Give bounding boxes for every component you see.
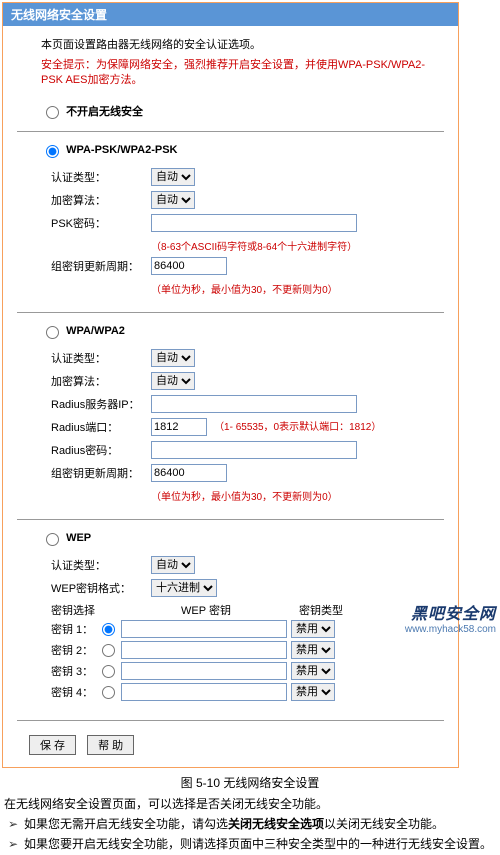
warning-text: 安全提示：为保障网络安全，强烈推荐开启安全设置，并使用WPA-PSK/WPA2-…	[17, 58, 444, 89]
wep-col-type: 密钥类型	[291, 602, 351, 618]
wpa-radiuspw-label: Radius密码：	[51, 442, 151, 458]
wpapsk-enc-select[interactable]: 自动	[151, 191, 195, 209]
wep-row-1: 密钥 1： 禁用	[51, 620, 444, 639]
wep-row-2: 密钥 2： 禁用	[51, 641, 444, 660]
wep-key2-type[interactable]: 禁用	[291, 641, 335, 659]
wpapsk-auth-label: 认证类型：	[51, 169, 151, 185]
wep-fmt-label: WEP密钥格式：	[51, 580, 151, 596]
wep-header: 密钥选择 WEP 密钥 密钥类型	[51, 602, 444, 618]
wpa-auth-label: 认证类型：	[51, 350, 151, 366]
bullet-1b: 关闭无线安全选项	[228, 817, 324, 831]
wpapsk-enc-label: 加密算法：	[51, 192, 151, 208]
wep-key4-radio[interactable]	[102, 686, 115, 699]
wpa-psk-fields: 认证类型： 自动 加密算法： 自动 PSK密码： （8-63个ASCII码字符或…	[17, 162, 444, 304]
radio-wpa-psk[interactable]	[46, 145, 59, 158]
wpa-radiusip-label: Radius服务器IP：	[51, 396, 151, 412]
settings-panel: 无线网络安全设置 本页面设置路由器无线网络的安全认证选项。 安全提示：为保障网络…	[2, 2, 459, 768]
bullet-1a: 如果您无需开启无线安全功能，请勾选	[24, 817, 228, 831]
wpapsk-gk-label: 组密钥更新周期：	[51, 258, 151, 274]
panel-body: 本页面设置路由器无线网络的安全认证选项。 安全提示：为保障网络安全，强烈推荐开启…	[3, 26, 458, 767]
wep-key2-label: 密钥 2：	[51, 642, 97, 658]
separator	[17, 720, 444, 721]
bullet-2: 如果您要开启无线安全功能，则请选择页面中三种安全类型中的一种进行无线安全设置。	[24, 835, 496, 853]
radio-wep-label: WEP	[66, 532, 91, 544]
wep-key3-input[interactable]	[121, 662, 287, 680]
wpa-gk-input[interactable]	[151, 464, 227, 482]
radio-wpa[interactable]	[46, 326, 59, 339]
wep-key4-type[interactable]: 禁用	[291, 683, 335, 701]
bullet-1: 如果您无需开启无线安全功能，请勾选关闭无线安全选项以关闭无线安全功能。	[24, 815, 496, 833]
wep-key4-label: 密钥 4：	[51, 684, 97, 700]
button-bar: 保 存 帮 助	[17, 729, 444, 759]
wep-key1-input[interactable]	[121, 620, 287, 638]
radio-disable[interactable]	[46, 106, 59, 119]
wep-key2-input[interactable]	[121, 641, 287, 659]
separator	[17, 519, 444, 520]
wpa-fields: 认证类型： 自动 加密算法： 自动 Radius服务器IP： Radius端口：…	[17, 343, 444, 511]
wpapsk-auth-select[interactable]: 自动	[151, 168, 195, 186]
separator	[17, 312, 444, 313]
radio-disable-label: 不开启无线安全	[66, 106, 143, 118]
paragraph-intro: 在无线网络安全设置页面，可以选择是否关闭无线安全功能。	[4, 795, 496, 813]
wep-col-select: 密钥选择	[51, 602, 121, 618]
radio-wpa-label: WPA/WPA2	[66, 325, 125, 337]
option-wep[interactable]: WEP	[17, 528, 444, 550]
wpa-radiusport-label: Radius端口：	[51, 419, 151, 435]
wpa-radiuspw-input[interactable]	[151, 441, 357, 459]
option-wpa-psk[interactable]: WPA-PSK/WPA2-PSK	[17, 140, 444, 162]
wpa-radiusport-input[interactable]	[151, 418, 207, 436]
figure-caption: 图 5-10 无线网络安全设置	[0, 774, 500, 791]
wpapsk-gk-input[interactable]	[151, 257, 227, 275]
wep-fmt-select[interactable]: 十六进制	[151, 579, 217, 597]
wep-key3-type[interactable]: 禁用	[291, 662, 335, 680]
wep-auth-label: 认证类型：	[51, 557, 151, 573]
wep-key1-type[interactable]: 禁用	[291, 620, 335, 638]
wpa-radiusport-hint: （1- 65535，0表示默认端口：1812）	[214, 422, 381, 433]
wpa-enc-select[interactable]: 自动	[151, 372, 195, 390]
wep-row-3: 密钥 3： 禁用	[51, 662, 444, 681]
wep-key2-radio[interactable]	[102, 644, 115, 657]
wep-key4-input[interactable]	[121, 683, 287, 701]
wep-col-key: WEP 密钥	[121, 602, 291, 618]
option-wpa[interactable]: WPA/WPA2	[17, 321, 444, 343]
wpa-enc-label: 加密算法：	[51, 373, 151, 389]
wpapsk-psk-hint: （8-63个ASCII码字符或8-64个十六进制字符）	[151, 236, 444, 253]
wpapsk-gk-hint: （单位为秒，最小值为30，不更新则为0）	[151, 279, 444, 296]
panel-title: 无线网络安全设置	[3, 3, 458, 26]
bullet-1c: 以关闭无线安全功能。	[324, 817, 444, 831]
wpa-auth-select[interactable]: 自动	[151, 349, 195, 367]
wep-fields: 认证类型： 自动 WEP密钥格式： 十六进制 密钥选择 WEP 密钥 密钥类型 …	[17, 550, 444, 712]
option-disable-security[interactable]: 不开启无线安全	[17, 99, 444, 123]
wep-auth-select[interactable]: 自动	[151, 556, 195, 574]
wpa-gk-hint: （单位为秒，最小值为30，不更新则为0）	[151, 486, 444, 503]
wep-key1-label: 密钥 1：	[51, 621, 97, 637]
wpapsk-psk-label: PSK密码：	[51, 215, 151, 231]
wpa-gk-label: 组密钥更新周期：	[51, 465, 151, 481]
wep-key3-radio[interactable]	[102, 665, 115, 678]
radio-wep[interactable]	[46, 533, 59, 546]
wpapsk-psk-input[interactable]	[151, 214, 357, 232]
intro-text: 本页面设置路由器无线网络的安全认证选项。	[17, 36, 444, 52]
help-button[interactable]: 帮 助	[87, 735, 134, 755]
radio-wpa-psk-label: WPA-PSK/WPA2-PSK	[66, 144, 177, 156]
separator	[17, 131, 444, 132]
wep-key1-radio[interactable]	[102, 623, 115, 636]
save-button[interactable]: 保 存	[29, 735, 76, 755]
wpa-radiusip-input[interactable]	[151, 395, 357, 413]
wep-row-4: 密钥 4： 禁用	[51, 683, 444, 702]
